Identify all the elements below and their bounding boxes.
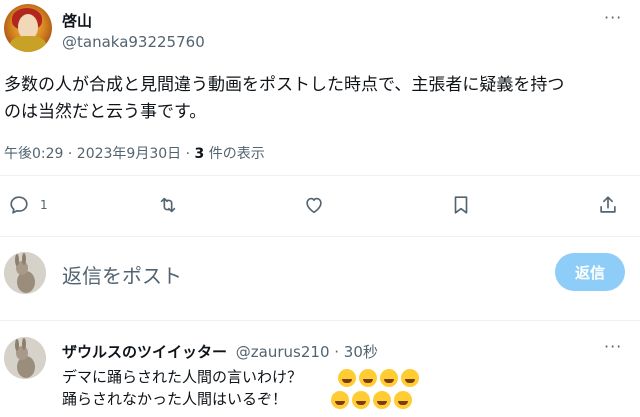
reply-author-name[interactable]: ザウルスのツイイッター (62, 343, 227, 361)
grinning-squinting-face-icon (393, 390, 412, 409)
share-icon (600, 196, 616, 213)
more-icon[interactable]: ··· (604, 8, 622, 27)
bookmark-button[interactable] (450, 194, 472, 216)
reply-text-line-2: 踊らされなかった人間はいるぞ！ (62, 388, 422, 410)
avatar-robe (10, 36, 46, 52)
grinning-squinting-face-icon (330, 390, 349, 409)
author-handle[interactable]: @tanaka93225760 (62, 33, 205, 51)
grinning-squinting-face-icon (372, 390, 391, 409)
reply-header: ザウルスのツイイッター @zaurus210 · 30秒 (62, 341, 378, 362)
bookmark-icon (454, 196, 468, 214)
author-avatar[interactable] (4, 4, 52, 52)
reply-author-handle[interactable]: @zaurus210 (236, 343, 330, 361)
divider (0, 236, 640, 237)
like-icon (306, 197, 322, 214)
reply-input[interactable]: 返信をポスト (62, 260, 182, 289)
reply-time[interactable]: · 30秒 (330, 343, 378, 361)
rolling-on-floor-laughing-icon (379, 368, 398, 387)
reply-author-avatar[interactable] (4, 337, 46, 379)
divider (0, 320, 640, 321)
rolling-on-floor-laughing-icon (337, 368, 356, 387)
reply-submit-button[interactable]: 返信 (555, 253, 625, 291)
views-count: 3 (194, 146, 205, 162)
grinning-squinting-face-icon (351, 390, 370, 409)
rolling-on-floor-laughing-icon (400, 368, 419, 387)
author-name[interactable]: 啓山 (62, 10, 92, 31)
reply-button[interactable]: 1 (8, 194, 48, 216)
tweet-text-line-2: のは当然だと云う事です。 (4, 102, 207, 122)
divider (0, 175, 640, 176)
reply-text: デマに踊らされた人間の言いわけ？ 踊らされなかった人間はいるぞ！ (62, 366, 422, 410)
tweet-time[interactable]: 午後0:29 · 2023年9月30日 · (4, 146, 195, 162)
tweet-text-line-1: 多数の人が合成と見間違う動画をポストした時点で、主張者に疑義を持つ (4, 75, 565, 95)
tweet-text: 多数の人が合成と見間違う動画をポストした時点で、主張者に疑義を持つ のは当然だと… (4, 72, 636, 126)
reply-text-line-1: デマに踊らされた人間の言いわけ？ (62, 366, 422, 388)
reply-icon (10, 196, 28, 214)
reply-more-icon[interactable]: ··· (604, 337, 622, 356)
views-label: 件の表示 (204, 146, 265, 162)
like-button[interactable] (303, 194, 325, 216)
retweet-button[interactable] (157, 194, 179, 216)
own-avatar[interactable] (4, 252, 46, 294)
retweet-icon (160, 197, 176, 213)
kangaroo-avatar-icon (4, 337, 46, 379)
share-button[interactable] (597, 194, 619, 216)
kangaroo-avatar-icon (4, 252, 46, 294)
tweet-meta: 午後0:29 · 2023年9月30日 · 3 件の表示 (4, 143, 265, 163)
rolling-on-floor-laughing-icon (358, 368, 377, 387)
reply-count: 1 (40, 198, 48, 212)
